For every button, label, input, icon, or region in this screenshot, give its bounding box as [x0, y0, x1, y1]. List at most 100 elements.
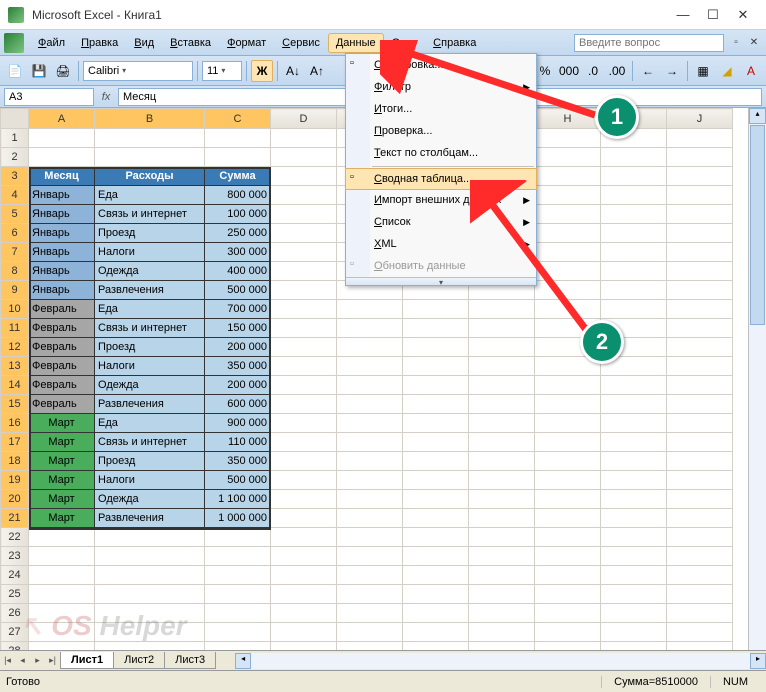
cell[interactable] [337, 319, 403, 338]
cell-sum[interactable]: 800 000 [205, 186, 271, 205]
cell-sum[interactable]: 350 000 [205, 357, 271, 376]
cell[interactable] [601, 243, 667, 262]
sort-desc-button[interactable]: A↑ [306, 60, 328, 82]
cell[interactable] [271, 452, 337, 471]
cell[interactable] [95, 528, 205, 547]
cell-expense[interactable]: Налоги [95, 471, 205, 490]
indent-inc-button[interactable]: → [661, 60, 683, 82]
cell[interactable] [205, 547, 271, 566]
row-header-2[interactable]: 2 [1, 148, 29, 167]
cell[interactable] [403, 319, 469, 338]
cell-expense[interactable]: Связь и интернет [95, 319, 205, 338]
cell[interactable] [95, 547, 205, 566]
cell[interactable] [469, 547, 535, 566]
indent-dec-button[interactable]: ← [637, 60, 659, 82]
cell[interactable] [403, 623, 469, 642]
cell[interactable] [29, 129, 95, 148]
cell[interactable] [205, 528, 271, 547]
name-box[interactable]: A3 [4, 88, 94, 106]
row-header-16[interactable]: 16 [1, 414, 29, 433]
cell-expense[interactable]: Одежда [95, 376, 205, 395]
cell[interactable] [271, 167, 337, 186]
cell[interactable] [469, 604, 535, 623]
cell[interactable] [601, 148, 667, 167]
menu-item--[interactable]: ▫Сводная таблица... [345, 168, 537, 190]
cell[interactable] [667, 433, 733, 452]
cell[interactable] [535, 528, 601, 547]
row-header-25[interactable]: 25 [1, 585, 29, 604]
cell[interactable] [667, 224, 733, 243]
menu-данные[interactable]: Данные [328, 33, 384, 53]
menu-item--[interactable]: Список▶ [346, 211, 536, 233]
cell[interactable] [667, 547, 733, 566]
cell-month[interactable]: Март [29, 452, 95, 471]
scroll-thumb[interactable] [750, 125, 765, 325]
cell[interactable] [271, 357, 337, 376]
cell[interactable] [271, 585, 337, 604]
cell[interactable] [271, 471, 337, 490]
cell-month[interactable]: Февраль [29, 395, 95, 414]
row-header-24[interactable]: 24 [1, 566, 29, 585]
cell[interactable] [601, 566, 667, 585]
scroll-up-button[interactable]: ▴ [749, 108, 766, 124]
cell-sum[interactable]: 200 000 [205, 338, 271, 357]
cell[interactable] [205, 148, 271, 167]
cell[interactable] [403, 395, 469, 414]
cell[interactable] [667, 338, 733, 357]
maximize-button[interactable]: ☐ [698, 3, 728, 27]
cell-month[interactable]: Март [29, 490, 95, 509]
cell-sum[interactable]: 1 000 000 [205, 509, 271, 528]
cell[interactable] [667, 509, 733, 528]
cell[interactable] [271, 338, 337, 357]
cell[interactable] [271, 395, 337, 414]
menu-item--[interactable]: Импорт внешних данных▶ [346, 189, 536, 211]
cell[interactable] [205, 604, 271, 623]
cell-month[interactable]: Январь [29, 281, 95, 300]
ask-question-box[interactable] [574, 34, 724, 52]
cell-sum[interactable]: 900 000 [205, 414, 271, 433]
row-header-1[interactable]: 1 [1, 129, 29, 148]
cell[interactable] [667, 167, 733, 186]
cell[interactable] [601, 585, 667, 604]
cell-month[interactable]: Февраль [29, 319, 95, 338]
cell[interactable] [271, 604, 337, 623]
cell[interactable] [535, 490, 601, 509]
cell-expense[interactable]: Развлечения [95, 395, 205, 414]
row-header-6[interactable]: 6 [1, 224, 29, 243]
row-header-8[interactable]: 8 [1, 262, 29, 281]
row-header-20[interactable]: 20 [1, 490, 29, 509]
cell[interactable] [535, 262, 601, 281]
thousands-button[interactable]: 000 [558, 60, 580, 82]
cell[interactable] [271, 186, 337, 205]
menu-формат[interactable]: Формат [219, 33, 274, 53]
cell[interactable] [271, 243, 337, 262]
cell[interactable] [337, 623, 403, 642]
cell[interactable] [667, 490, 733, 509]
cell-expense[interactable]: Связь и интернет [95, 205, 205, 224]
cell[interactable] [667, 452, 733, 471]
table-header[interactable]: Сумма [205, 167, 271, 186]
row-header-9[interactable]: 9 [1, 281, 29, 300]
cell[interactable] [95, 604, 205, 623]
vertical-scrollbar[interactable]: ▴ [748, 108, 766, 650]
row-header-22[interactable]: 22 [1, 528, 29, 547]
cell[interactable] [205, 566, 271, 585]
row-header-27[interactable]: 27 [1, 623, 29, 642]
cell-month[interactable]: Март [29, 509, 95, 528]
cell[interactable] [337, 566, 403, 585]
cell[interactable] [29, 623, 95, 642]
cell[interactable] [337, 528, 403, 547]
col-header-D[interactable]: D [271, 109, 337, 129]
cell[interactable] [403, 585, 469, 604]
cell[interactable] [271, 414, 337, 433]
sort-asc-button[interactable]: A↓ [282, 60, 304, 82]
cell[interactable] [667, 471, 733, 490]
sheet-tab-Лист2[interactable]: Лист2 [113, 652, 165, 669]
cell[interactable] [403, 471, 469, 490]
cell[interactable] [535, 148, 601, 167]
cell[interactable] [469, 376, 535, 395]
cell[interactable] [535, 281, 601, 300]
row-header-11[interactable]: 11 [1, 319, 29, 338]
cell[interactable] [95, 566, 205, 585]
cell-month[interactable]: Январь [29, 243, 95, 262]
